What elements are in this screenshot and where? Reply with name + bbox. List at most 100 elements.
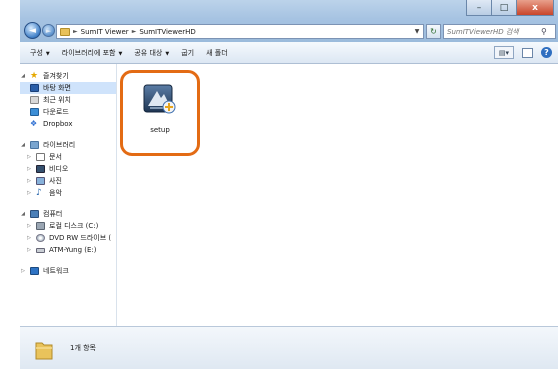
- collapse-arrow-icon[interactable]: ▷: [26, 223, 32, 229]
- share-with-button[interactable]: 공유 대상 ▼: [134, 48, 169, 58]
- explorer-window: – □ x ◄ ► ► SumIT Viewer ► SumITViewerHD…: [20, 0, 558, 369]
- documents-icon: [36, 153, 45, 161]
- computer-icon: [30, 210, 39, 218]
- recent-places-icon: [30, 96, 39, 104]
- hard-disk-icon: [36, 222, 45, 230]
- nav-item-pictures[interactable]: ▷ 사진: [20, 175, 116, 187]
- collapse-arrow-icon[interactable]: ▷: [26, 235, 32, 241]
- collapse-arrow-icon[interactable]: ▷: [26, 166, 32, 172]
- nav-favorites[interactable]: ◢ ★ 즐겨찾기: [20, 70, 116, 82]
- nav-label: 음악: [49, 189, 62, 197]
- forward-arrow-icon: ►: [45, 26, 52, 35]
- nav-label: 사진: [49, 177, 62, 185]
- chevron-down-icon: ▼: [45, 50, 50, 57]
- burn-label: 굽기: [181, 48, 195, 57]
- search-input[interactable]: [447, 27, 541, 36]
- nav-libraries[interactable]: ◢ 라이브러리: [20, 139, 116, 151]
- window-controls: – □ x: [466, 0, 554, 16]
- navigation-pane: ◢ ★ 즐겨찾기 바탕 화면 최근 위치 다운로드 ❖ Dropbox ◢ 라이…: [20, 64, 117, 326]
- nav-label: 비디오: [49, 165, 69, 173]
- collapse-arrow-icon[interactable]: ▷: [26, 178, 32, 184]
- expand-arrow-icon[interactable]: ◢: [20, 142, 26, 148]
- refresh-icon: ↻: [430, 27, 437, 36]
- address-bar[interactable]: ► SumIT Viewer ► SumITViewerHD ▼: [56, 24, 424, 39]
- collapse-arrow-icon[interactable]: ▷: [20, 268, 26, 274]
- folder-icon: [34, 339, 54, 361]
- nav-item-downloads[interactable]: 다운로드: [20, 106, 116, 118]
- downloads-icon: [30, 108, 39, 116]
- view-controls: ▤▾ ?: [494, 46, 552, 59]
- nav-item-music[interactable]: ▷ ♪ 음악: [20, 187, 116, 199]
- new-folder-label: 새 폴더: [206, 48, 228, 57]
- nav-label: 컴퓨터: [43, 210, 63, 218]
- search-box[interactable]: ⚲: [443, 24, 556, 39]
- nav-label: 네트워크: [43, 267, 69, 275]
- forward-button[interactable]: ►: [42, 24, 55, 37]
- nav-item-videos[interactable]: ▷ 비디오: [20, 163, 116, 175]
- nav-label: Dropbox: [43, 120, 73, 128]
- videos-icon: [36, 165, 45, 173]
- organize-label: 구성: [30, 48, 43, 57]
- breadcrumb-separator: ►: [131, 28, 137, 35]
- nav-computer[interactable]: ◢ 컴퓨터: [20, 208, 116, 220]
- title-bar: – □ x ◄ ► ► SumIT Viewer ► SumITViewerHD…: [20, 0, 558, 42]
- item-count: 1개 항목: [70, 344, 96, 352]
- nav-item-documents[interactable]: ▷ 문서: [20, 151, 116, 163]
- expand-arrow-icon[interactable]: ◢: [20, 211, 26, 217]
- command-bar: 구성 ▼ 라이브러리에 포함 ▼ 공유 대상 ▼ 굽기 새 폴더 ▤▾ ?: [20, 42, 558, 64]
- nav-item-desktop[interactable]: 바탕 화면: [20, 82, 116, 94]
- collapse-arrow-icon[interactable]: ▷: [26, 247, 32, 253]
- library-icon: [30, 141, 39, 149]
- file-list: setup: [118, 64, 558, 326]
- folder-icon: [60, 27, 70, 36]
- burn-button[interactable]: 굽기: [181, 48, 194, 58]
- file-item-setup[interactable]: setup: [127, 74, 193, 150]
- nav-label: 바탕 화면: [43, 84, 71, 92]
- nav-network[interactable]: ▷ 네트워크: [20, 265, 116, 277]
- nav-item-dropbox[interactable]: ❖ Dropbox: [20, 118, 116, 130]
- include-in-library-label: 라이브러리에 포함: [61, 48, 116, 57]
- breadcrumb-sumitviewerhd[interactable]: SumITViewerHD: [139, 28, 196, 36]
- nav-label: ATM-Yung (E:): [49, 246, 97, 254]
- help-icon[interactable]: ?: [541, 47, 552, 58]
- nav-label: 로컬 디스크 (C:): [49, 222, 99, 230]
- nav-item-atm-yung-e[interactable]: ▷ ATM-Yung (E:): [20, 244, 116, 256]
- preview-pane-icon[interactable]: [522, 47, 533, 58]
- installer-icon: [142, 82, 178, 118]
- chevron-down-icon: ▼: [118, 50, 123, 57]
- dvd-drive-icon: [36, 234, 45, 242]
- back-arrow-icon: ◄: [29, 25, 36, 36]
- view-icon: ▤▾: [498, 48, 510, 57]
- network-icon: [30, 267, 39, 275]
- nav-label: 최근 위치: [43, 96, 71, 104]
- collapse-arrow-icon[interactable]: ▷: [26, 190, 32, 196]
- search-icon: ⚲: [541, 27, 547, 36]
- nav-item-recent-places[interactable]: 최근 위치: [20, 94, 116, 106]
- pictures-icon: [36, 177, 45, 185]
- back-button[interactable]: ◄: [24, 22, 41, 39]
- nav-label: DVD RW 드라이브 (: [49, 234, 112, 242]
- new-folder-button[interactable]: 새 폴더: [206, 48, 228, 58]
- dropbox-icon: ❖: [30, 119, 38, 128]
- refresh-button[interactable]: ↻: [426, 24, 441, 39]
- nav-item-local-disk-c[interactable]: ▷ 로컬 디스크 (C:): [20, 220, 116, 232]
- address-dropdown-icon[interactable]: ▼: [411, 28, 423, 35]
- music-icon: ♪: [36, 188, 42, 198]
- include-in-library-button[interactable]: 라이브러리에 포함 ▼: [62, 48, 123, 58]
- nav-label: 라이브러리: [43, 141, 76, 149]
- minimize-button[interactable]: –: [466, 0, 492, 16]
- breadcrumb-sumit-viewer[interactable]: SumIT Viewer: [81, 28, 129, 36]
- nav-label: 문서: [49, 153, 62, 161]
- collapse-arrow-icon[interactable]: ▷: [26, 154, 32, 160]
- close-button[interactable]: x: [516, 0, 554, 16]
- nav-item-dvd-drive[interactable]: ▷ DVD RW 드라이브 (: [20, 232, 116, 244]
- nav-label: 다운로드: [43, 108, 69, 116]
- nav-label: 즐겨찾기: [43, 72, 69, 80]
- chevron-down-icon: ▼: [165, 50, 170, 57]
- maximize-button[interactable]: □: [491, 0, 517, 16]
- file-name: setup: [150, 126, 170, 134]
- organize-button[interactable]: 구성 ▼: [30, 48, 50, 58]
- change-view-button[interactable]: ▤▾: [494, 46, 514, 59]
- expand-arrow-icon[interactable]: ◢: [20, 73, 26, 79]
- star-icon: ★: [30, 71, 39, 81]
